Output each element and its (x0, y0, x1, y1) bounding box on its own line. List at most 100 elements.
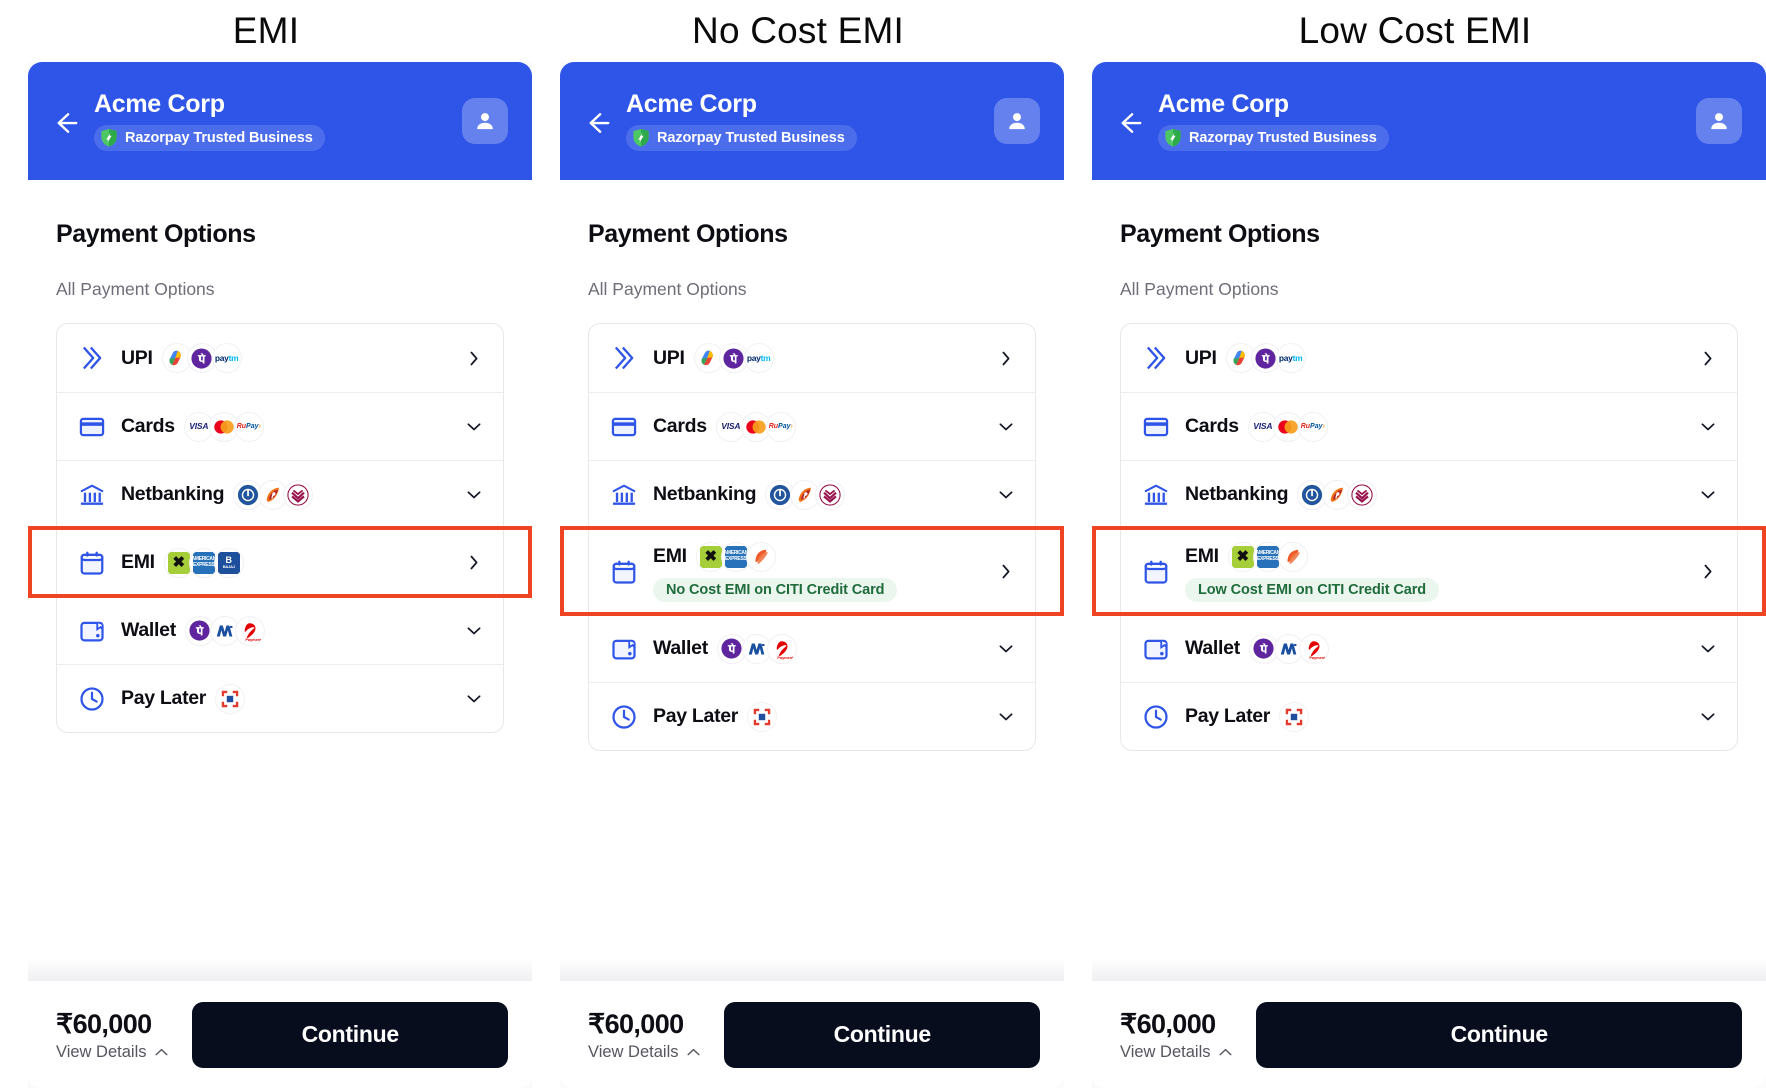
back-arrow-icon[interactable] (582, 108, 612, 138)
payment-option-row[interactable]: Wallet Payments (589, 614, 1035, 682)
svg-text:Payments: Payments (245, 638, 261, 642)
page-title: Payment Options (1120, 220, 1320, 248)
payment-option-content: Pay Later (1185, 701, 1689, 732)
chevron-up-icon[interactable] (1217, 1044, 1234, 1061)
brand-logo-paytm: pay tm (1275, 343, 1306, 373)
brand-logo-lazypay (1279, 701, 1310, 732)
total-amount: ₹60,000 (588, 1008, 684, 1039)
view-details-label: View Details (56, 1042, 147, 1061)
comparison-stage: EMI Acme Corp Razorpay Trusted Business Pay… (0, 0, 1766, 1088)
payment-option-row[interactable]: Netbanking (57, 460, 503, 528)
chevron-right-icon[interactable] (1699, 349, 1717, 367)
brand-logo-bob (745, 541, 776, 572)
chevron-up-icon[interactable] (685, 1044, 702, 1061)
chevron-right-icon[interactable] (1699, 563, 1717, 581)
user-avatar-icon[interactable] (462, 98, 508, 144)
panel-1: EMI Acme Corp Razorpay Trusted Business Pay… (0, 0, 532, 1088)
payment-option-row[interactable]: EMI ✖AMERICANEXPRESS Low Cost EMI on CITI … (1121, 528, 1737, 614)
section-subtitle: All Payment Options (56, 279, 215, 299)
payment-option-logos: Payments (184, 615, 265, 646)
payment-option-row[interactable]: UPI pay tm (589, 324, 1035, 392)
continue-button[interactable]: Continue (724, 1001, 1040, 1068)
chevron-right-icon[interactable] (465, 349, 483, 367)
continue-button[interactable]: Continue (1256, 1001, 1742, 1068)
chevron-down-icon[interactable] (1699, 486, 1717, 504)
payment-option-row[interactable]: UPI pay tm (57, 324, 503, 392)
payment-option-title-line: UPI pay tm (1185, 343, 1689, 373)
upi-chevrons-icon (609, 343, 639, 373)
payment-option-content: UPI pay tm (1185, 343, 1689, 373)
chevron-down-icon[interactable] (1699, 418, 1717, 436)
payment-option-row[interactable]: Pay Later (1121, 682, 1737, 750)
amount-block[interactable]: ₹60,000 View Details (588, 1008, 702, 1062)
payment-option-content: Cards VISA Ru Pay › (1185, 411, 1689, 442)
amount-block[interactable]: ₹60,000 View Details (56, 1008, 170, 1062)
chevron-down-icon[interactable] (997, 708, 1015, 726)
payment-option-row[interactable]: Netbanking (589, 460, 1035, 528)
back-arrow-icon[interactable] (1114, 108, 1144, 138)
razorpay-shield-icon (1164, 128, 1182, 148)
payment-option-label: UPI (653, 346, 685, 369)
payment-option-logos: VISA Ru Pay › (183, 411, 264, 442)
calendar-icon (609, 557, 639, 587)
brand-logo-rupay: Ru Pay › (233, 411, 264, 442)
view-details-row[interactable]: View Details (1120, 1043, 1234, 1062)
payment-option-content: Wallet Payments (653, 633, 987, 664)
payment-option-row[interactable]: Wallet Payments (57, 596, 503, 664)
user-avatar-icon[interactable] (994, 98, 1040, 144)
chevron-right-icon[interactable] (997, 349, 1015, 367)
payment-option-row[interactable]: Pay Later (57, 664, 503, 732)
brand-logo-axis (283, 479, 314, 510)
amount-block[interactable]: ₹60,000 View Details (1120, 1008, 1234, 1062)
upi-chevrons-icon (77, 343, 107, 373)
payment-option-row[interactable]: Cards VISA Ru Pay › (1121, 392, 1737, 460)
payment-option-logos (765, 479, 846, 510)
view-details-row[interactable]: View Details (56, 1043, 170, 1062)
chevron-down-icon[interactable] (465, 486, 483, 504)
chevron-down-icon[interactable] (465, 622, 483, 640)
payment-option-row[interactable]: Pay Later (589, 682, 1035, 750)
total-amount: ₹60,000 (56, 1008, 152, 1039)
payment-options-card: UPI pay tm Cards VISA Ru Pay › Netbanking EMI ✖ AME… (560, 323, 1064, 751)
payment-option-row[interactable]: Cards VISA Ru Pay › (57, 392, 503, 460)
trusted-business-label: Razorpay Trusted Business (657, 130, 845, 146)
payment-option-row[interactable]: UPI pay tm (1121, 324, 1737, 392)
payment-option-row[interactable]: EMI ✖AMERICANEXPRESS No Cost EMI on CITI C… (589, 528, 1035, 614)
checkout-footer: ₹60,000 View Details Continue (560, 980, 1064, 1088)
page-title: Payment Options (588, 220, 788, 248)
chevron-down-icon[interactable] (997, 418, 1015, 436)
payment-options-card: UPI pay tm Cards VISA Ru Pay › Netbanking EMI ✖ AME… (1092, 323, 1766, 751)
chevron-down-icon[interactable] (1699, 708, 1717, 726)
view-details-row[interactable]: View Details (588, 1043, 702, 1062)
panel-3: Low Cost EMI Acme Corp Razorpay Trusted Bu… (1064, 0, 1766, 1088)
payment-option-row[interactable]: Cards VISA Ru Pay › (589, 392, 1035, 460)
payment-option-row[interactable]: Netbanking (1121, 460, 1737, 528)
chevron-down-icon[interactable] (465, 690, 483, 708)
panel-caption: No Cost EMI (692, 10, 904, 51)
merchant-name: Acme Corp (626, 90, 757, 118)
chevron-right-icon[interactable] (465, 554, 483, 572)
payment-option-title-line: Netbanking (121, 479, 455, 510)
razorpay-shield-icon (100, 128, 118, 148)
chevron-down-icon[interactable] (1699, 640, 1717, 658)
payment-option-title-line: Cards VISA Ru Pay › (121, 411, 455, 442)
payment-option-title-line: EMI ✖AMERICANEXPRESS (653, 541, 987, 572)
chevron-down-icon[interactable] (465, 418, 483, 436)
payment-option-row[interactable]: Wallet Payments (1121, 614, 1737, 682)
back-arrow-icon[interactable] (50, 108, 80, 138)
continue-button[interactable]: Continue (192, 1001, 508, 1068)
payment-option-content: EMI ✖AMERICANEXPRESS No Cost EMI on CITI C… (653, 541, 987, 602)
user-avatar-icon[interactable] (1696, 98, 1742, 144)
chevron-down-icon[interactable] (997, 486, 1015, 504)
chevron-down-icon[interactable] (997, 640, 1015, 658)
merchant-name: Acme Corp (1158, 90, 1289, 118)
chevron-right-icon[interactable] (997, 563, 1015, 581)
razorpay-shield-icon (632, 128, 650, 148)
payment-option-row[interactable]: EMI ✖AMERICANEXPRESSBBAJAJ (57, 528, 503, 596)
section-subtitle: All Payment Options (588, 279, 747, 299)
wallet-icon (77, 616, 107, 646)
payment-option-title-line: Wallet Payments (1185, 633, 1689, 664)
chevron-up-icon[interactable] (153, 1044, 170, 1061)
payment-option-title-line: Cards VISA Ru Pay › (1185, 411, 1689, 442)
payment-option-title-line: Wallet Payments (121, 615, 455, 646)
